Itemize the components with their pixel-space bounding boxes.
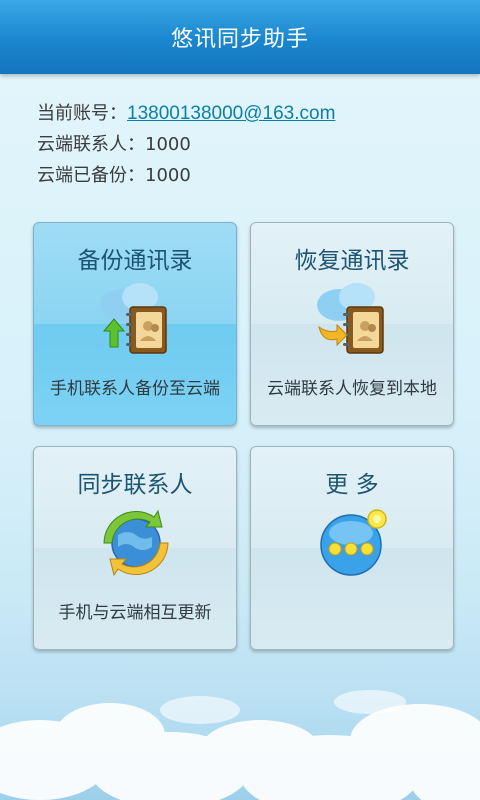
more-button[interactable]: 更 多 — [250, 446, 454, 650]
restore-contacts-title: 恢复通讯录 — [294, 248, 410, 274]
sync-contacts-subtitle: 手机与云端相互更新 — [58, 603, 212, 623]
sync-contacts-title: 同步联系人 — [77, 472, 193, 498]
cloud-backup-value: 1000 — [145, 165, 191, 186]
cloud-backup-row: 云端已备份：1000 — [37, 160, 335, 191]
restore-contacts-button[interactable]: 恢复通讯录 云端联系人恢复到本地 — [250, 222, 454, 426]
more-dots-icon — [320, 509, 387, 576]
app-header: 悠讯同步助手 — [0, 0, 480, 74]
account-row: 当前账号：13800138000@163.com — [37, 98, 335, 129]
cloud-contacts-label: 云端联系人： — [37, 134, 145, 155]
clouds-background — [0, 640, 480, 800]
backup-contacts-button[interactable]: 备份通讯录 手机联系人备份至云端 — [33, 222, 237, 426]
backup-contacts-subtitle: 手机联系人备份至云端 — [50, 379, 220, 399]
account-email-link[interactable]: 13800138000@163.com — [127, 103, 335, 124]
backup-contacts-title: 备份通讯录 — [77, 248, 193, 274]
account-label: 当前账号： — [37, 103, 127, 124]
cloud-restore-icon — [317, 283, 384, 354]
cloud-backup-icon — [100, 283, 167, 354]
more-title: 更 多 — [325, 472, 379, 498]
account-info: 当前账号：13800138000@163.com 云端联系人：1000 云端已备… — [37, 98, 335, 191]
cloud-contacts-value: 1000 — [145, 134, 191, 155]
sync-globe-icon — [103, 509, 169, 577]
sync-contacts-button[interactable]: 同步联系人 手机与云端相互更新 — [33, 446, 237, 650]
cloud-backup-label: 云端已备份： — [37, 165, 145, 186]
app-title: 悠讯同步助手 — [170, 27, 309, 52]
cloud-contacts-row: 云端联系人：1000 — [37, 129, 335, 160]
restore-contacts-subtitle: 云端联系人恢复到本地 — [267, 379, 437, 399]
